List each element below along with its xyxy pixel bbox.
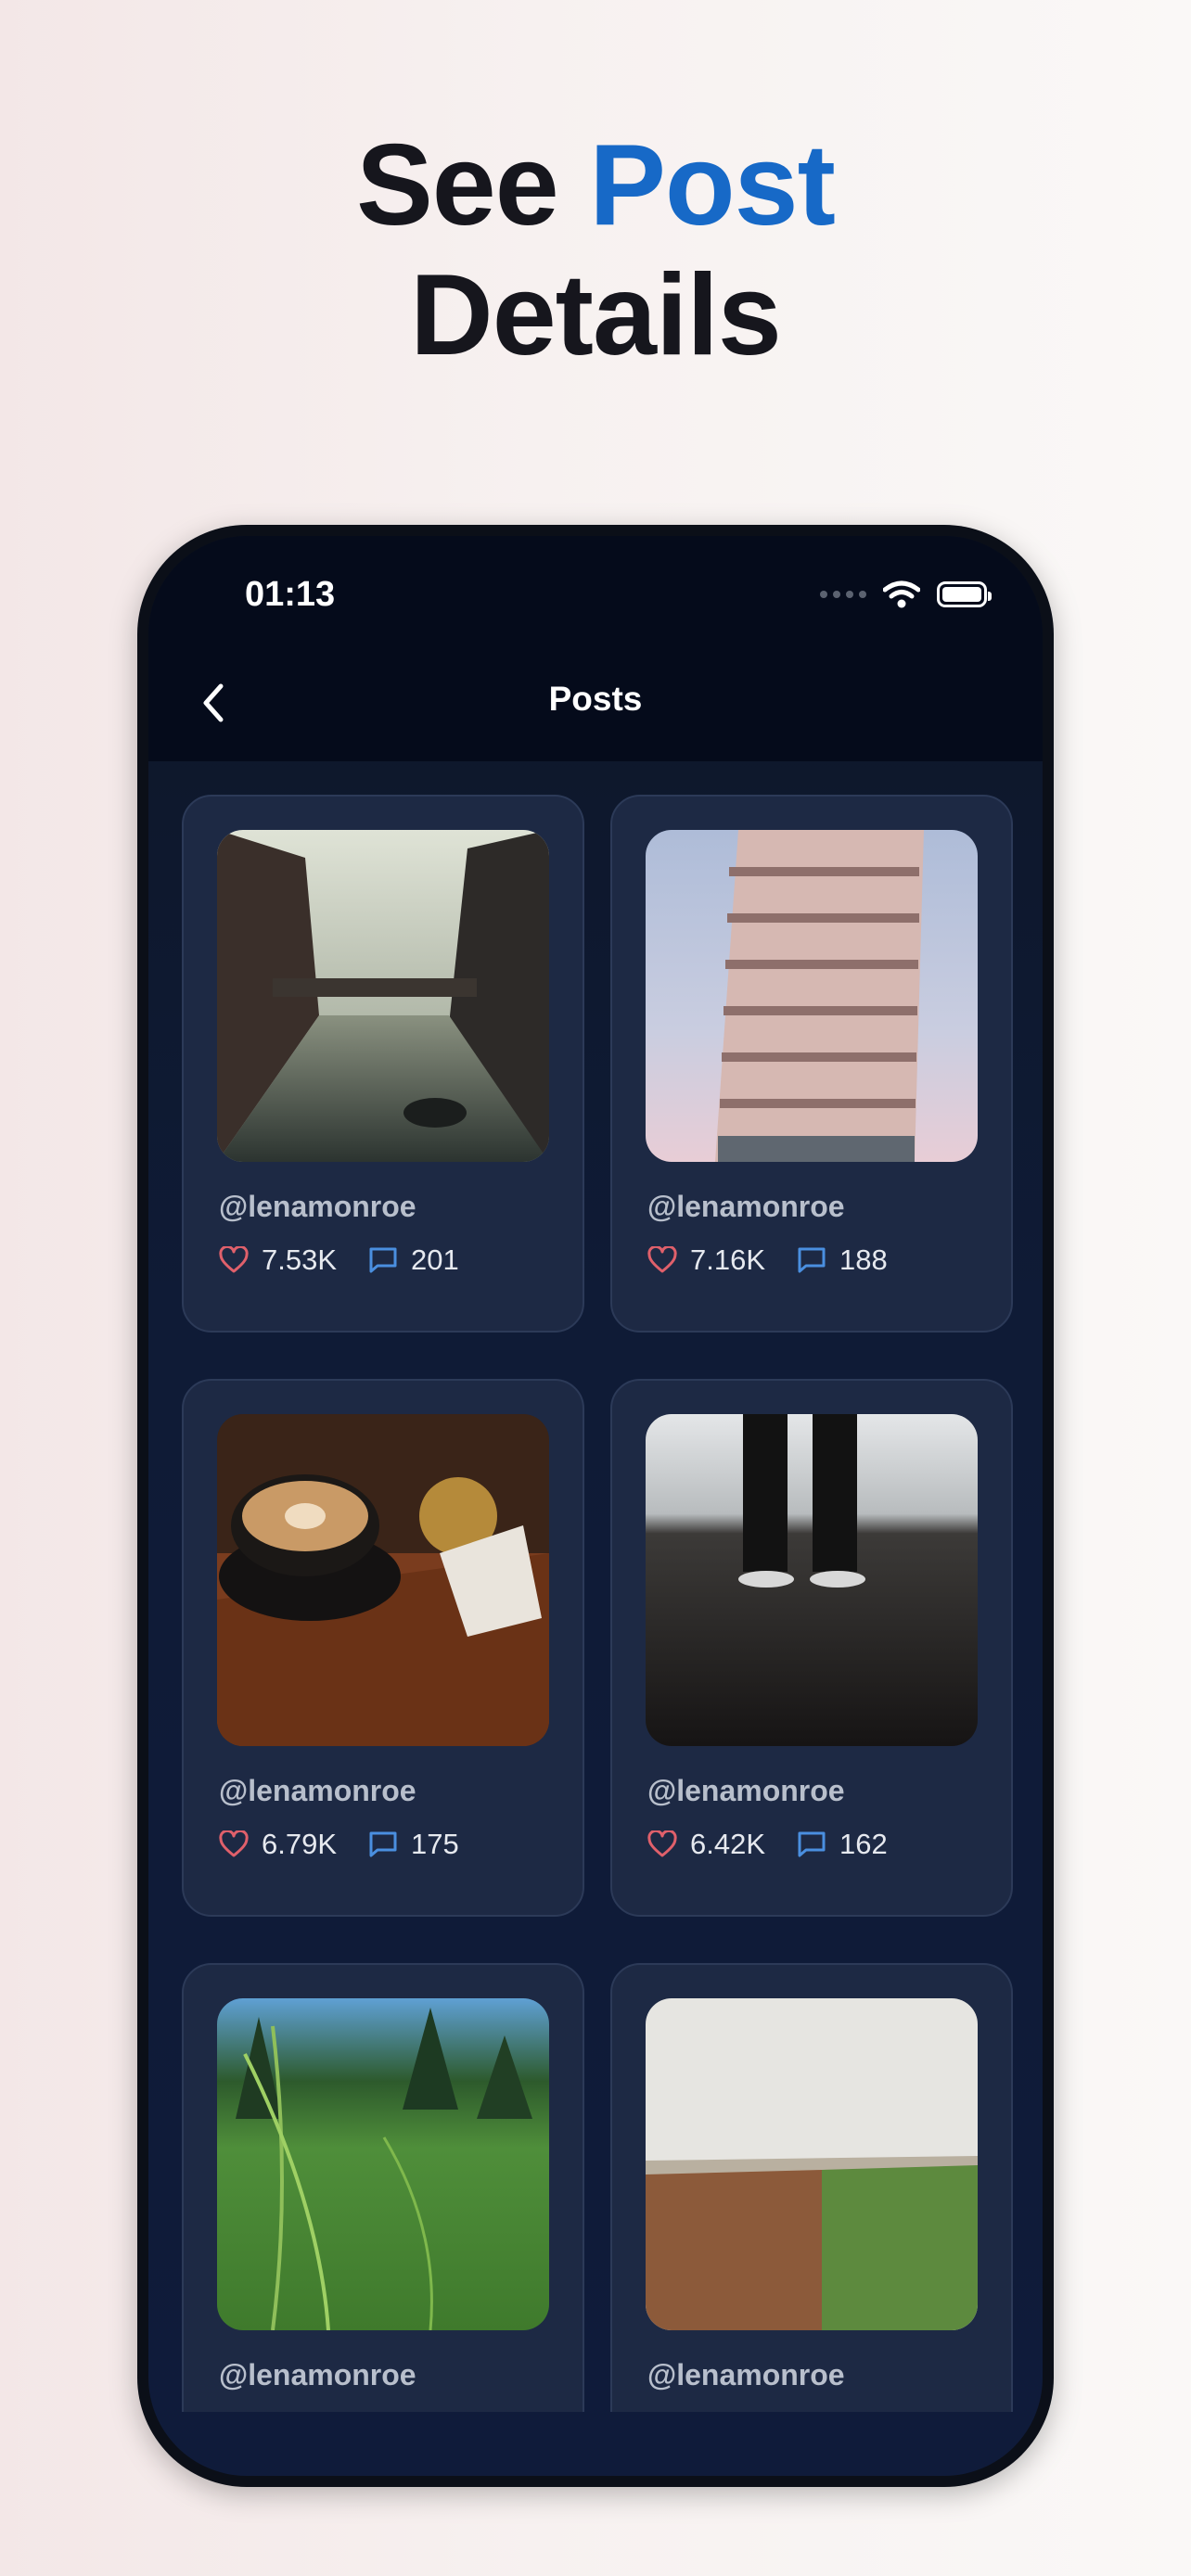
likes-count: 6.79K xyxy=(262,1828,338,1860)
battery-icon xyxy=(937,581,992,607)
post-card[interactable]: @lenamonroe 6.79K 175 xyxy=(182,1379,584,1917)
wifi-icon xyxy=(883,580,920,608)
headline-line-1: See Post xyxy=(356,121,836,249)
headline-accent: Post xyxy=(589,121,836,249)
post-card[interactable]: @lenamonroe 7.53K 201 xyxy=(182,795,584,1333)
status-icons xyxy=(820,580,992,608)
post-stats: 7.16K 188 xyxy=(647,1243,919,1277)
comments-count: 188 xyxy=(839,1243,888,1276)
likes-count: 7.16K xyxy=(690,1243,766,1276)
heart-icon xyxy=(219,1830,249,1857)
likes-count: 6.42K xyxy=(690,1828,766,1860)
post-card[interactable]: @lenamonroe xyxy=(182,1963,584,2412)
post-image[interactable] xyxy=(646,1414,978,1746)
signal-dots-icon xyxy=(820,591,866,598)
comments-count: 201 xyxy=(411,1243,459,1276)
nav-title: Posts xyxy=(548,680,643,718)
post-author[interactable]: @lenamonroe xyxy=(647,1190,845,1224)
post-author[interactable]: @lenamonroe xyxy=(219,2358,416,2392)
top-bar: 01:13 Posts xyxy=(148,536,1043,761)
comment-icon xyxy=(369,1247,397,1273)
post-stats: 6.42K 162 xyxy=(647,1828,919,1861)
likes-stat[interactable]: 7.16K xyxy=(647,1243,765,1277)
post-author[interactable]: @lenamonroe xyxy=(647,1774,845,1808)
comment-icon xyxy=(798,1831,826,1857)
post-card[interactable]: @lenamonroe 6.42K 162 xyxy=(610,1379,1013,1917)
post-stats: 6.79K 175 xyxy=(219,1828,491,1861)
heart-icon xyxy=(647,1246,677,1273)
post-author[interactable]: @lenamonroe xyxy=(647,2358,845,2392)
likes-stat[interactable]: 6.42K xyxy=(647,1828,765,1861)
post-card[interactable]: @lenamonroe 7.16K 188 xyxy=(610,795,1013,1333)
comment-icon xyxy=(798,1247,826,1273)
post-image[interactable] xyxy=(217,1998,549,2330)
post-author[interactable]: @lenamonroe xyxy=(219,1190,416,1224)
post-image[interactable] xyxy=(217,1414,549,1746)
likes-count: 7.53K xyxy=(262,1243,338,1276)
post-image[interactable] xyxy=(217,830,549,1162)
post-image[interactable] xyxy=(646,830,978,1162)
comments-count: 175 xyxy=(411,1828,459,1860)
heart-icon xyxy=(219,1246,249,1273)
posts-grid: @lenamonroe 7.53K 201 @lenamonroe 7.16K … xyxy=(148,761,1043,2412)
comments-count: 162 xyxy=(839,1828,888,1860)
status-time: 01:13 xyxy=(245,575,336,614)
headline: See Post Details xyxy=(0,121,1191,380)
heart-icon xyxy=(647,1830,677,1857)
likes-stat[interactable]: 7.53K xyxy=(219,1243,337,1277)
post-image[interactable] xyxy=(646,1998,978,2330)
comments-stat[interactable]: 188 xyxy=(797,1243,888,1277)
post-card[interactable]: @lenamonroe xyxy=(610,1963,1013,2412)
comments-stat[interactable]: 175 xyxy=(368,1828,459,1861)
headline-line-2: Details xyxy=(410,251,782,379)
likes-stat[interactable]: 6.79K xyxy=(219,1828,337,1861)
comments-stat[interactable]: 201 xyxy=(368,1243,459,1277)
comments-stat[interactable]: 162 xyxy=(797,1828,888,1861)
app-screen: 01:13 Posts @lenamonroe 7.53K 201 @lenam… xyxy=(148,536,1043,2476)
post-author[interactable]: @lenamonroe xyxy=(219,1774,416,1808)
phone-frame: 01:13 Posts @lenamonroe 7.53K 201 @lenam… xyxy=(137,525,1054,2487)
comment-icon xyxy=(369,1831,397,1857)
post-stats: 7.53K 201 xyxy=(219,1243,491,1277)
